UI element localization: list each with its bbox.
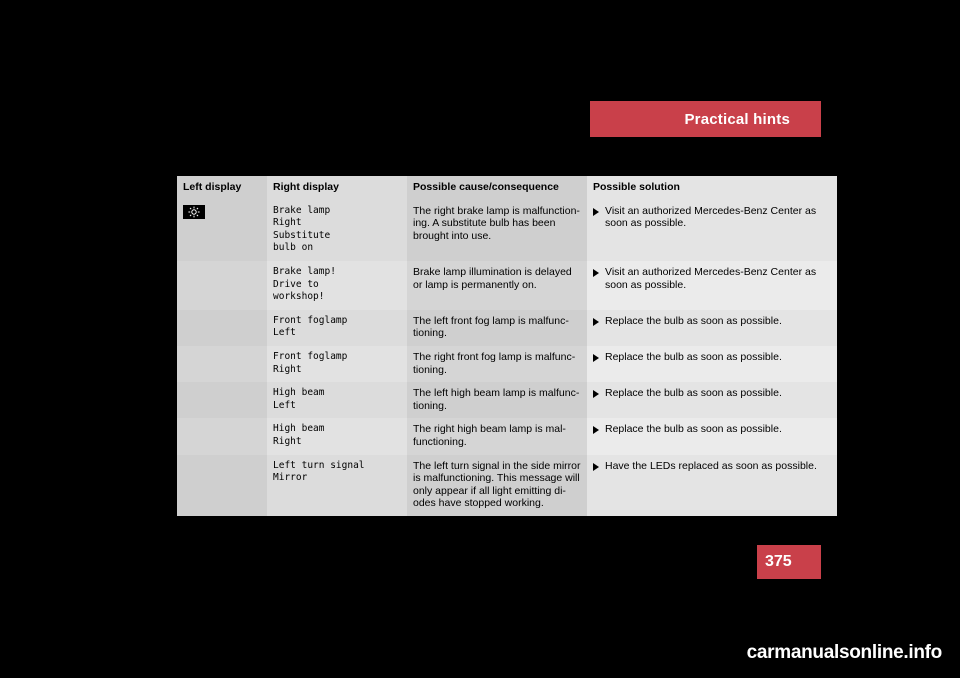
cell-solution: Replace the bulb as soon as possible. — [587, 382, 837, 419]
table-row: Left turn signal Mirror The left turn si… — [177, 454, 837, 516]
solution-text: Visit an authorized Mercedes-Benz Center… — [605, 265, 817, 291]
cell-cause: Brake lamp illumination is delayed or la… — [407, 260, 587, 310]
cause-text: The left high beam lamp is malfunc- tion… — [413, 387, 580, 412]
cell-solution: Replace the bulb as soon as possible. — [587, 309, 837, 346]
cause-text: The left turn signal in the side mirror … — [413, 459, 581, 510]
column-header-right-display: Right display — [267, 176, 407, 200]
cell-left-display — [177, 418, 267, 455]
cell-left-display — [177, 199, 267, 261]
right-display-text: Left turn signal Mirror — [273, 459, 365, 484]
cell-right-display: Left turn signal Mirror — [267, 454, 407, 516]
cell-right-display: Front foglamp Left — [267, 309, 407, 346]
cell-right-display: High beam Right — [267, 418, 407, 455]
cell-cause: The right front fog lamp is malfunc- tio… — [407, 345, 587, 383]
cell-solution: Replace the bulb as soon as possible. — [587, 418, 837, 455]
page-number: 375 — [765, 553, 792, 570]
cell-left-display — [177, 309, 267, 346]
solution-text: Replace the bulb as soon as possible. — [605, 423, 782, 436]
cause-text: The right brake lamp is malfunction- ing… — [413, 204, 580, 242]
triangle-bullet-icon — [593, 353, 599, 362]
right-display-text: Front foglamp Right — [273, 350, 348, 375]
right-display-text: Brake lamp Right Substitute bulb on — [273, 204, 331, 254]
triangle-bullet-icon — [593, 317, 599, 326]
cell-left-display — [177, 260, 267, 310]
cell-solution: Visit an authorized Mercedes-Benz Center… — [587, 199, 837, 261]
table-row: High beam Left The left high beam lamp i… — [177, 382, 837, 419]
right-display-text: Brake lamp! Drive to workshop! — [273, 265, 336, 303]
solution-text: Have the LEDs replaced as soon as possib… — [605, 459, 817, 472]
site-watermark: carmanualsonline.info — [746, 642, 943, 663]
cell-cause: The right high beam lamp is mal- functio… — [407, 418, 587, 455]
table-body: Brake lamp Right Substitute bulb on The … — [177, 199, 837, 516]
troubleshooting-table: Left display Right display Possible caus… — [177, 176, 837, 516]
solution-text: Replace the bulb as soon as possible. — [605, 387, 782, 400]
cell-cause: The left front fog lamp is malfunc- tion… — [407, 309, 587, 346]
page-number-tab: 375 — [757, 545, 821, 579]
table-header: Left display Right display Possible caus… — [177, 176, 837, 200]
table-row: Front foglamp Left The left front fog la… — [177, 309, 837, 346]
right-display-text: High beam Right — [273, 423, 325, 447]
header-banner: Practical hints — [590, 101, 821, 137]
cell-solution: Visit an authorized Mercedes-Benz Center… — [587, 260, 837, 310]
cell-cause: The left high beam lamp is malfunc- tion… — [407, 382, 587, 419]
solution-text: Replace the bulb as soon as possible. — [605, 350, 782, 363]
column-header-left-display: Left display — [177, 176, 267, 200]
cell-left-display — [177, 382, 267, 419]
page-title: Practical hints — [684, 111, 790, 128]
triangle-bullet-icon — [593, 462, 599, 471]
cell-right-display: High beam Left — [267, 382, 407, 419]
cell-right-display: Brake lamp! Drive to workshop! — [267, 260, 407, 310]
right-display-text: High beam Left — [273, 387, 325, 411]
table-row: Front foglamp Right The right front fog … — [177, 345, 837, 383]
cause-text: The right high beam lamp is mal- functio… — [413, 423, 566, 448]
triangle-bullet-icon — [593, 426, 599, 435]
cell-right-display: Brake lamp Right Substitute bulb on — [267, 199, 407, 261]
troubleshooting-table-container: Left display Right display Possible caus… — [177, 176, 837, 516]
solution-text: Replace the bulb as soon as possible. — [605, 314, 782, 327]
solution-text: Visit an authorized Mercedes-Benz Center… — [605, 204, 817, 230]
cause-text: The right front fog lamp is malfunc- tio… — [413, 350, 576, 376]
right-display-text: Front foglamp Left — [273, 314, 348, 339]
table-header-row: Left display Right display Possible caus… — [177, 176, 837, 200]
cause-text: The left front fog lamp is malfunc- tion… — [413, 314, 569, 340]
cell-cause: The left turn signal in the side mirror … — [407, 454, 587, 516]
triangle-bullet-icon — [593, 207, 599, 216]
lamp-telltale-icon — [183, 204, 205, 219]
triangle-bullet-icon — [593, 390, 599, 399]
cell-left-display — [177, 454, 267, 516]
table-row: Brake lamp Right Substitute bulb on The … — [177, 199, 837, 261]
table-row: High beam Right The right high beam lamp… — [177, 418, 837, 455]
cell-cause: The right brake lamp is malfunction- ing… — [407, 199, 587, 261]
table-row: Brake lamp! Drive to workshop! Brake lam… — [177, 260, 837, 310]
triangle-bullet-icon — [593, 268, 599, 277]
cell-solution: Have the LEDs replaced as soon as possib… — [587, 454, 837, 516]
cause-text: Brake lamp illumination is delayed or la… — [413, 265, 572, 291]
cell-solution: Replace the bulb as soon as possible. — [587, 345, 837, 383]
column-header-possible-solution: Possible solution — [587, 176, 837, 200]
column-header-possible-cause: Possible cause/consequence — [407, 176, 587, 200]
cell-left-display — [177, 345, 267, 383]
cell-right-display: Front foglamp Right — [267, 345, 407, 383]
